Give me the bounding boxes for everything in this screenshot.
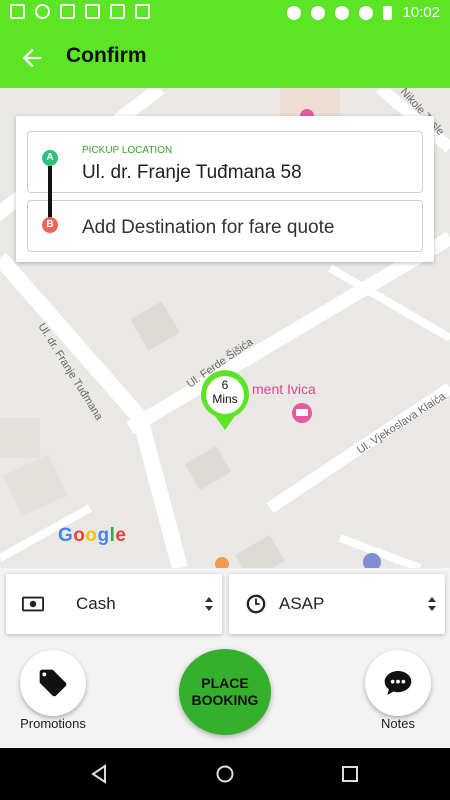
destination-marker-icon: B [42, 217, 58, 233]
circle-notification-icon [35, 4, 50, 19]
payment-label: Cash [76, 594, 116, 613]
street-label-klaica: Ul. Vjekoslava Klaića [355, 390, 448, 456]
pickup-address: Ul. dr. Franje Tuđmana 58 [82, 162, 302, 183]
notification-icons [10, 4, 150, 19]
tag-icon [39, 669, 67, 697]
nav-home-icon[interactable] [215, 764, 235, 784]
promotions-label: Promotions [20, 716, 86, 731]
location-icon [287, 5, 302, 20]
address-card: PICKUP LOCATION Ul. dr. Franje Tuđmana 5… [16, 116, 434, 262]
notes-label: Notes [381, 716, 415, 731]
do-not-disturb-icon [311, 5, 326, 20]
time-selector[interactable]: ASAP [229, 574, 445, 634]
check-notification-icon [110, 4, 125, 19]
eta-label: 6 Mins [198, 378, 252, 406]
dropdown-arrows-icon [205, 597, 213, 611]
battery-icon [383, 5, 393, 20]
pickup-field[interactable]: PICKUP LOCATION Ul. dr. Franje Tuđmana 5… [27, 131, 423, 193]
poi-label: ment Ivica [252, 381, 316, 397]
image-notification-icon [10, 4, 25, 19]
destination-placeholder: Add Destination for fare quote [82, 217, 335, 238]
app-bar: Confirm [0, 28, 450, 88]
route-line [48, 166, 52, 218]
back-arrow-icon[interactable] [18, 44, 46, 72]
booking-panel: Cash ASAP Promotions PLACE BOOKING Notes [0, 568, 450, 748]
time-label: ASAP [279, 594, 325, 613]
google-logo: Google [58, 525, 126, 547]
google-logo-letter: g [97, 525, 110, 546]
clock-icon [246, 594, 266, 614]
wifi-icon [335, 5, 350, 20]
page-title: Confirm [66, 44, 147, 67]
cash-icon [22, 596, 44, 612]
google-logo-letter: o [73, 525, 86, 546]
cell-signal-icon [359, 5, 374, 20]
taxi-notification-icon [85, 4, 100, 19]
google-logo-letter: G [58, 525, 74, 546]
google-logo-letter: o [85, 525, 98, 546]
status-bar: 10:02 [0, 0, 450, 28]
check-notification-icon-2 [135, 4, 150, 19]
payment-selector[interactable]: Cash [6, 574, 222, 634]
eta-unit: Mins [212, 392, 238, 406]
place-booking-line1: PLACE [201, 675, 249, 691]
destination-field[interactable]: Add Destination for fare quote [27, 200, 423, 252]
system-nav-bar [0, 748, 450, 800]
status-time: 10:02 [402, 4, 440, 21]
place-booking-line2: BOOKING [191, 692, 259, 708]
dropdown-arrows-icon [428, 597, 436, 611]
nav-recents-icon[interactable] [340, 764, 360, 784]
notes-button[interactable] [365, 650, 431, 716]
chat-icon [384, 671, 412, 695]
pickup-marker-icon: A [42, 150, 58, 166]
promotions-button[interactable] [20, 650, 86, 716]
phone-notification-icon [60, 4, 75, 19]
place-booking-button[interactable]: PLACE BOOKING [179, 649, 271, 735]
eta-value: 6 [221, 378, 229, 392]
nav-back-icon[interactable] [90, 764, 110, 784]
eta-pin: 6 Mins [198, 368, 252, 432]
system-icons: 10:02 [287, 4, 440, 21]
google-logo-letter: e [115, 525, 127, 546]
pickup-caption: PICKUP LOCATION [82, 145, 173, 156]
